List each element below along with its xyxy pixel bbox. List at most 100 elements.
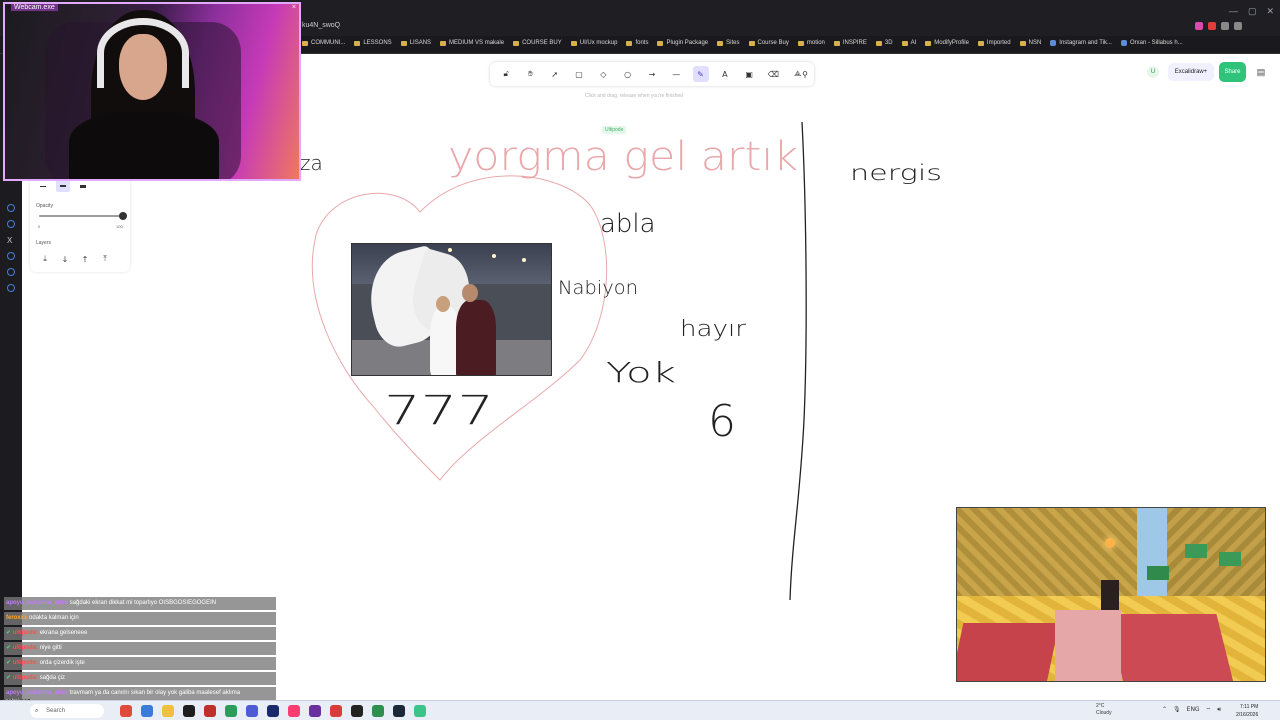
chat-text: sağda çiz: [39, 675, 66, 681]
excalidraw-plus-button[interactable]: Excalidraw+: [1168, 63, 1214, 81]
stream-chat: apoyu_suhaima_alise sağdaki ekran dikkat…: [0, 597, 278, 700]
taskbar-apps: [120, 705, 426, 717]
wifi-icon[interactable]: ⌔: [1206, 706, 1212, 714]
chat-message: ✔ ultipode: orda çizerdik işte: [4, 657, 276, 670]
app-icon[interactable]: [120, 705, 132, 717]
webcam-overlay: Webcam.exe ×: [3, 2, 301, 181]
collaborator-cursor-label: Ultipode: [602, 126, 627, 134]
eraser-icon[interactable]: ⌫: [765, 66, 781, 82]
chat-message: ✔ ultipode: ekrana gelseneee: [4, 627, 276, 640]
stroke-bold-option[interactable]: [56, 180, 70, 192]
chat-message: ✔ ultipode: niye gitti: [4, 642, 276, 655]
chat-username[interactable]: ultipode:: [13, 660, 38, 666]
chat-text: sağdaki ekran dikkat mi toparlıyo OISBGO…: [69, 600, 217, 606]
chat-username[interactable]: feroxxx: [6, 615, 27, 621]
app-icon[interactable]: [351, 705, 363, 717]
app-icon[interactable]: [246, 705, 258, 717]
chat-username[interactable]: apoyu_suhaima_alise: [6, 600, 68, 606]
volume-icon[interactable]: 🔊︎: [1217, 706, 1221, 714]
excalidraw-toolbar: 🔓︎ ✋︎ ➚ ▢ ◇ ○ → — ✎ A ▣ ⌫ ⟁: [490, 62, 814, 86]
webcam-title: Webcam.exe: [11, 4, 58, 11]
ellipse-icon[interactable]: ○: [620, 66, 636, 82]
library-icon[interactable]: ▤: [1254, 65, 1268, 79]
opacity-slider-thumb[interactable]: [119, 212, 127, 220]
chat-text: travmam ya da canımı sıkan bir olay yok …: [69, 690, 241, 696]
text-icon[interactable]: A: [717, 66, 733, 82]
stroke-extra-bold-option[interactable]: [76, 180, 90, 192]
stroke-thin-option[interactable]: [36, 180, 50, 192]
number-777: 777: [384, 388, 494, 434]
weather-desc: Cloudy: [1096, 710, 1112, 716]
mic-icon[interactable]: 🎙︎: [1173, 706, 1181, 714]
word-abla: abla: [600, 209, 656, 239]
chat-username[interactable]: ultipode:: [13, 675, 38, 681]
app-icon[interactable]: [225, 705, 237, 717]
badge-icon: ✔: [6, 645, 13, 651]
send-backward-icon[interactable]: ↓: [58, 252, 72, 266]
arrow-icon[interactable]: →: [644, 66, 660, 82]
app-icon[interactable]: [372, 705, 384, 717]
send-to-back-icon[interactable]: ⤓: [38, 252, 52, 266]
bring-to-front-icon[interactable]: ⤒: [98, 252, 112, 266]
image-icon[interactable]: ▣: [741, 66, 757, 82]
chevron-up-icon[interactable]: ⌃: [1162, 706, 1167, 714]
laser-icon[interactable]: ⚲: [797, 66, 813, 82]
taskbar: ⌕ Search 2°C Cloudy ⌃ 🎙︎ ENG ⌔ 🔊︎ 7:11 P…: [0, 700, 1280, 720]
app-icon[interactable]: [288, 705, 300, 717]
clock-time: 7:11 PM: [1240, 704, 1259, 710]
weather-widget[interactable]: 2°C Cloudy: [1096, 703, 1112, 717]
chat-text: orda çizerdik işte: [39, 660, 85, 666]
chat-username[interactable]: apoyu_suhaima_alise: [6, 690, 68, 696]
weather-temp: 2°C: [1096, 703, 1105, 709]
properties-panel: Opacity 0 100 Layers ⤓ ↓ ↑ ⤒: [30, 176, 130, 272]
screen: ku4N_swoQ — ▢ ✕ COMMUNI... LESSONS LISANS M…: [0, 0, 1280, 720]
chat-text: niye gitti: [39, 645, 62, 651]
share-button[interactable]: Share: [1219, 62, 1246, 82]
app-icon[interactable]: [141, 705, 153, 717]
chat-message: apoyu_suhaima_alise travmam ya da canımı…: [4, 687, 276, 700]
app-icon[interactable]: [393, 705, 405, 717]
chat-message: apoyu_suhaima_alise sağdaki ekran dikkat…: [4, 597, 276, 610]
clock-date: 2/16/2026: [1236, 712, 1259, 718]
game-overlay: [956, 507, 1266, 682]
rectangle-icon[interactable]: ▢: [571, 66, 587, 82]
opacity-slider[interactable]: [39, 215, 123, 217]
word-nabiyon: Nabiyon: [558, 277, 638, 299]
hand-icon[interactable]: ✋︎: [522, 66, 538, 82]
chat-message: ✔ ultipode: sağda çiz: [4, 672, 276, 685]
app-icon[interactable]: [162, 705, 174, 717]
word-za: za: [300, 151, 323, 175]
chat-username[interactable]: ultipode:: [13, 645, 38, 651]
word-hayir: hayır: [680, 317, 747, 342]
app-icon[interactable]: [309, 705, 321, 717]
badge-icon: ✔: [6, 675, 13, 681]
taskbar-search[interactable]: ⌕ Search: [30, 704, 104, 718]
opacity-max: 100: [116, 224, 123, 229]
app-icon[interactable]: [414, 705, 426, 717]
chat-message: feroxxx odakta kalman için: [4, 612, 276, 625]
chat-username[interactable]: ultipode:: [13, 630, 38, 636]
heart-shape: [311, 175, 608, 481]
diamond-icon[interactable]: ◇: [595, 66, 611, 82]
opacity-min: 0: [38, 224, 41, 229]
bring-forward-icon[interactable]: ↑: [78, 252, 92, 266]
language-indicator[interactable]: ENG: [1187, 706, 1200, 714]
taskbar-clock[interactable]: 7:11 PM 2/16/2026: [1236, 703, 1258, 719]
app-icon[interactable]: [330, 705, 342, 717]
line-icon[interactable]: —: [668, 66, 684, 82]
badge-icon: ✔: [6, 660, 13, 666]
system-tray: ⌃ 🎙︎ ENG ⌔ 🔊︎: [1162, 706, 1221, 714]
avatar[interactable]: U: [1147, 66, 1159, 78]
close-icon[interactable]: ×: [292, 4, 296, 11]
app-icon[interactable]: [204, 705, 216, 717]
layers-label: Layers: [36, 240, 52, 246]
draw-icon[interactable]: ✎: [692, 66, 709, 82]
app-icon[interactable]: [183, 705, 195, 717]
chat-text: odakta kalman için: [29, 615, 79, 621]
opacity-label: Opacity: [36, 203, 53, 209]
word-nergis: nergis: [850, 161, 942, 185]
lock-icon[interactable]: 🔓︎: [498, 66, 514, 82]
selection-icon[interactable]: ➚: [547, 66, 563, 82]
badge-icon: ✔: [6, 630, 13, 636]
app-icon[interactable]: [267, 705, 279, 717]
